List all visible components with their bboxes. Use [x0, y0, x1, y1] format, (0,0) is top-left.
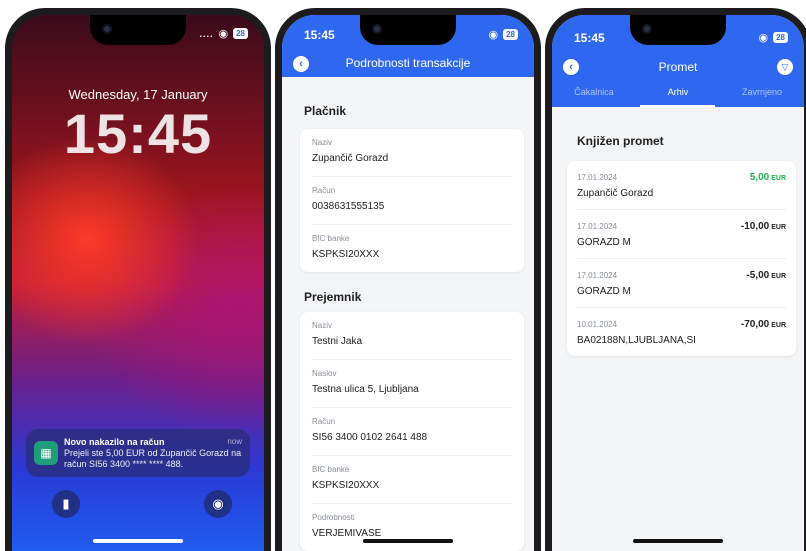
notification-body: Prejeli ste 5,00 EUR od Zupančič Gorazd …: [64, 448, 242, 469]
transaction-row[interactable]: 17.01.2024 GORAZD M -5,00 EUR: [577, 259, 786, 308]
payer-account-field: Račun 0038631555135: [312, 177, 512, 225]
signal-dots: ....: [199, 28, 214, 39]
payer-heading: Plačnik: [304, 104, 347, 118]
tab-arhiv[interactable]: Arhiv: [636, 87, 720, 107]
transaction-name: GORAZD M: [577, 237, 631, 248]
lockscreen: .... ◉ 28 Wednesday, 17 January 15:45 ▦ …: [12, 15, 264, 551]
section-title: Knjižen promet: [577, 134, 664, 148]
home-indicator[interactable]: [633, 539, 723, 543]
transaction-name: BA02188N,LJUBLJANA,SI: [577, 335, 696, 346]
payer-bic-field: BIC banke KSPKSI20XXX: [312, 225, 512, 272]
phone-lockscreen: .... ◉ 28 Wednesday, 17 January 15:45 ▦ …: [5, 8, 271, 551]
notification-title: Novo nakazilo na račun: [64, 437, 165, 447]
transaction-date: 10.01.2024: [577, 320, 618, 329]
camera-button-icon[interactable]: ◉: [204, 490, 232, 518]
transaction-date: 17.01.2024: [577, 222, 618, 231]
transaction-row[interactable]: 17.01.2024 Zupančič Gorazd 5,00 EUR: [577, 161, 786, 210]
transactions-screen: 15:45 ◉ 28 ‹ Promet ▽ Čakalnica Arhiv Za…: [552, 15, 804, 551]
status-time: 15:45: [574, 31, 605, 45]
active-tab-indicator: [640, 105, 715, 107]
status-time: 15:45: [304, 28, 335, 42]
recipient-address-field: Naslov Testna ulica 5, Ljubljana: [312, 360, 512, 408]
transaction-date: 17.01.2024: [577, 271, 618, 280]
payer-card: Naziv Zupančič Gorazd Račun 003863155513…: [300, 129, 524, 272]
transaction-row[interactable]: 17.01.2024 GORAZD M -10,00 EUR: [577, 210, 786, 259]
transaction-row[interactable]: 10.01.2024 BA02188N,LJUBLJANA,SI -70,00 E…: [577, 308, 786, 356]
recipient-details-field: Podrobnosti VERJEMIVASE: [312, 504, 512, 551]
field-value: 0038631555135: [312, 201, 385, 212]
camera-icon: [642, 24, 652, 34]
field-value: Testna ulica 5, Ljubljana: [312, 384, 419, 395]
notification[interactable]: ▦ Novo nakazilo na račun now Prejeli ste…: [26, 429, 250, 477]
lock-date: Wednesday, 17 January: [68, 87, 208, 102]
page-title: Podrobnosti transakcije: [345, 56, 471, 70]
transaction-amount: -10,00 EUR: [740, 221, 786, 232]
battery-icon: 28: [233, 28, 248, 39]
field-label: BIC banke: [312, 465, 350, 474]
wifi-icon: ◉: [758, 32, 769, 44]
transaction-amount: 5,00 EUR: [749, 172, 786, 183]
tab-cakalnica[interactable]: Čakalnica: [552, 87, 636, 107]
wifi-icon: ◉: [488, 29, 499, 41]
field-value: VERJEMIVASE: [312, 528, 382, 539]
field-label: Naziv: [312, 138, 333, 147]
battery-icon: 28: [503, 29, 518, 40]
recipient-heading: Prejemnik: [304, 290, 362, 304]
recipient-name-field: Naziv Testni Jaka: [312, 312, 512, 360]
bank-app-icon: ▦: [34, 441, 58, 465]
transaction-list: 17.01.2024 Zupančič Gorazd 5,00 EUR 17.01…: [567, 161, 796, 356]
field-label: Račun: [312, 186, 336, 195]
payer-name-field: Naziv Zupančič Gorazd: [312, 129, 512, 177]
lock-time: 15:45: [63, 102, 213, 165]
field-label: Naziv: [312, 321, 333, 330]
camera-icon: [102, 24, 112, 34]
field-value: KSPKSI20XXX: [312, 249, 380, 260]
camera-icon: [372, 24, 382, 34]
recipient-account-field: Račun SI56 3400 0102 2641 488: [312, 408, 512, 456]
field-label: BIC banke: [312, 234, 350, 243]
transaction-amount: -5,00 EUR: [746, 270, 786, 281]
notch: [630, 15, 726, 45]
wifi-icon: ◉: [218, 28, 229, 40]
page-title: Promet: [658, 60, 698, 74]
field-value: Testni Jaka: [312, 336, 363, 347]
transaction-date: 17.01.2024: [577, 173, 618, 182]
phone-transactions: 15:45 ◉ 28 ‹ Promet ▽ Čakalnica Arhiv Za…: [545, 8, 806, 551]
home-indicator[interactable]: [363, 539, 453, 543]
flashlight-icon[interactable]: ▮: [52, 490, 80, 518]
tab-zavrnjeno[interactable]: Zavrnjeno: [720, 87, 804, 107]
notch: [90, 15, 186, 45]
recipient-card: Naziv Testni Jaka Naslov Testna ulica 5,…: [300, 312, 524, 551]
field-label: Podrobnosti: [312, 513, 355, 522]
phone-transaction-detail: 15:45 ◉ 28 ‹ Podrobnosti transakcije Pla…: [275, 8, 541, 551]
tab-bar: Čakalnica Arhiv Zavrnjeno: [552, 87, 804, 107]
field-value: SI56 3400 0102 2641 488: [312, 432, 428, 443]
transaction-name: Zupančič Gorazd: [577, 188, 654, 199]
transaction-name: GORAZD M: [577, 286, 631, 297]
recipient-bic-field: BIC banke KSPKSI20XXX: [312, 456, 512, 504]
transaction-amount: -70,00 EUR: [740, 319, 786, 330]
field-value: KSPKSI20XXX: [312, 480, 380, 491]
home-indicator[interactable]: [93, 539, 183, 543]
field-label: Naslov: [312, 369, 337, 378]
notch: [360, 15, 456, 45]
detail-screen: 15:45 ◉ 28 ‹ Podrobnosti transakcije Pla…: [282, 15, 534, 551]
notification-time: now: [227, 437, 242, 446]
battery-icon: 28: [773, 32, 788, 43]
field-value: Zupančič Gorazd: [312, 153, 389, 164]
filter-icon[interactable]: ▽: [777, 59, 793, 75]
field-label: Račun: [312, 417, 336, 426]
